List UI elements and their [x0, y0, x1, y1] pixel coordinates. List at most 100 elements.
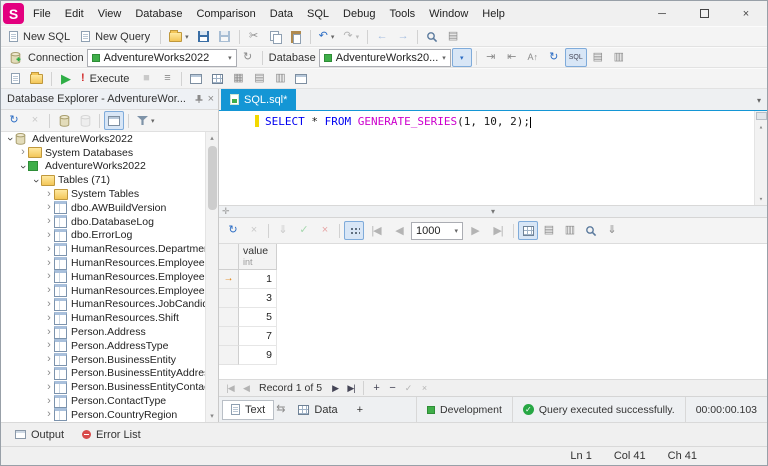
- to-uppercase-button[interactable]: A↑: [523, 48, 543, 67]
- cell-value[interactable]: 1: [239, 270, 277, 289]
- last-page-button[interactable]: ▶|: [487, 221, 509, 240]
- database-dropdown-button[interactable]: ▾: [451, 48, 472, 67]
- results-grid-button[interactable]: [207, 69, 227, 88]
- refresh-code-button[interactable]: ↻: [544, 48, 564, 67]
- query-plan-button[interactable]: ▦: [228, 69, 248, 88]
- editor-results-splitter[interactable]: ✛ ▾: [219, 206, 767, 218]
- find-button[interactable]: [422, 27, 442, 46]
- cancel-edit-button[interactable]: ×: [417, 383, 431, 393]
- tree-item[interactable]: › HumanResources.JobCandidate: [1, 298, 205, 312]
- copy-button[interactable]: [265, 27, 285, 46]
- cancel-refresh-button[interactable]: ×: [244, 221, 264, 240]
- menu-file[interactable]: File: [26, 1, 58, 26]
- tree-chevron-icon[interactable]: ›: [17, 162, 29, 172]
- tree-chevron-icon[interactable]: ›: [30, 176, 42, 186]
- outdent-button[interactable]: ⇤: [502, 48, 522, 67]
- pin-results-button[interactable]: [291, 69, 311, 88]
- tree-chevron-icon[interactable]: ›: [44, 229, 54, 241]
- tree-item[interactable]: › Person.CountryRegion: [1, 408, 205, 422]
- menu-help[interactable]: Help: [475, 1, 512, 26]
- pin-icon[interactable]: [194, 94, 204, 104]
- table-row[interactable]: 3: [219, 289, 277, 308]
- tree-item[interactable]: › HumanResources.Shift: [1, 311, 205, 325]
- tree-chevron-icon[interactable]: ›: [44, 202, 54, 213]
- tree-chevron-icon[interactable]: ›: [44, 298, 54, 310]
- scroll-up-icon[interactable]: ▴: [210, 132, 214, 144]
- menu-debug[interactable]: Debug: [336, 1, 382, 26]
- prev-page-button[interactable]: ◀: [388, 221, 410, 240]
- cell-value[interactable]: 5: [239, 308, 277, 327]
- stop-refresh-button[interactable]: ×: [25, 111, 45, 130]
- execute-button[interactable]: ▶: [56, 69, 76, 88]
- tree-item[interactable]: › HumanResources.EmployeePayHisto: [1, 284, 205, 298]
- tab-output[interactable]: Output: [7, 427, 72, 443]
- results-layout-button[interactable]: [186, 69, 206, 88]
- tree-item[interactable]: › dbo.AWBuildVersion: [1, 201, 205, 215]
- splitter-handle-icon[interactable]: ✛: [222, 206, 230, 217]
- tree-chevron-icon[interactable]: ›: [44, 381, 54, 393]
- first-record-button[interactable]: |◀: [223, 383, 237, 394]
- scroll-down-icon[interactable]: ▾: [759, 193, 763, 205]
- undo-button[interactable]: ↶ ▾: [315, 27, 339, 46]
- row-selector[interactable]: [219, 289, 239, 308]
- cell-value[interactable]: 3: [239, 289, 277, 308]
- delete-record-button[interactable]: −: [385, 382, 399, 394]
- scroll-down-icon[interactable]: ▾: [210, 410, 214, 422]
- tree-chevron-icon[interactable]: ›: [44, 257, 54, 269]
- append-record-button[interactable]: +: [369, 382, 383, 394]
- tab-list-dropdown-icon[interactable]: ▾: [757, 96, 761, 105]
- commit-button[interactable]: ✓: [294, 221, 314, 240]
- object-viewer-button[interactable]: [104, 111, 124, 130]
- tree-item[interactable]: › Person.Address: [1, 325, 205, 339]
- new-connection-button[interactable]: [54, 111, 74, 130]
- tree-item[interactable]: › HumanResources.Employee: [1, 256, 205, 270]
- table-row[interactable]: 9: [219, 346, 277, 365]
- refresh-results-button[interactable]: ↻: [223, 221, 243, 240]
- tree-chevron-icon[interactable]: ›: [44, 367, 54, 379]
- tree-item[interactable]: › dbo.ErrorLog: [1, 229, 205, 243]
- card-view-button[interactable]: ▥: [560, 221, 580, 240]
- tree-item[interactable]: › Person.BusinessEntity: [1, 353, 205, 367]
- tree-item[interactable]: › Person.BusinessEntityContact: [1, 380, 205, 394]
- close-button[interactable]: ×: [725, 1, 767, 26]
- new-connection-button[interactable]: [5, 48, 25, 67]
- menu-window[interactable]: Window: [422, 1, 475, 26]
- database-combobox[interactable]: AdventureWorks20... ▾: [318, 48, 451, 67]
- indent-button[interactable]: ⇥: [481, 48, 501, 67]
- tree-item[interactable]: › System Databases: [1, 146, 205, 160]
- cell-value[interactable]: 9: [239, 346, 277, 365]
- row-selector[interactable]: [219, 308, 239, 327]
- next-page-button[interactable]: ▶: [464, 221, 486, 240]
- paste-button[interactable]: [286, 27, 306, 46]
- disconnect-button[interactable]: [75, 111, 95, 130]
- sql-editor[interactable]: SELECT * FROM GENERATE_SERIES(1, 10, 2);…: [219, 111, 767, 206]
- tree-item[interactable]: › HumanResources.EmployeeDepartm: [1, 270, 205, 284]
- tree-chevron-icon[interactable]: ›: [18, 147, 28, 158]
- tree-item[interactable]: › AdventureWorks2022: [1, 160, 205, 174]
- tree-chevron-icon[interactable]: ›: [44, 354, 54, 365]
- page-size-combobox[interactable]: 1000 ▾: [411, 221, 463, 240]
- collapse-regions-button[interactable]: ▥: [609, 48, 629, 67]
- tab-text[interactable]: Text: [222, 399, 275, 420]
- splitter-box-icon[interactable]: [755, 112, 767, 120]
- maximize-button[interactable]: [683, 1, 725, 26]
- table-row[interactable]: 7: [219, 327, 277, 346]
- outline-button[interactable]: ▤: [588, 48, 608, 67]
- new-sql-button[interactable]: New SQL: [5, 27, 76, 46]
- open-script-button[interactable]: [26, 69, 47, 88]
- editor-scrollbar[interactable]: ▴ ▾: [754, 111, 767, 205]
- split-view-button[interactable]: ▤: [249, 69, 269, 88]
- cell-value[interactable]: 7: [239, 327, 277, 346]
- tree-item[interactable]: › Person.BusinessEntityAddress: [1, 367, 205, 381]
- tree-chevron-icon[interactable]: ›: [44, 285, 54, 296]
- filter-button[interactable]: ▾: [133, 111, 159, 130]
- table-row[interactable]: → 1: [219, 270, 277, 289]
- menu-database[interactable]: Database: [128, 1, 189, 26]
- save-all-button[interactable]: [215, 27, 235, 46]
- aggregate-view-button[interactable]: ▤: [539, 221, 559, 240]
- navigate-forward-button[interactable]: →: [393, 27, 413, 46]
- add-tab-button[interactable]: +: [349, 400, 371, 420]
- tab-data[interactable]: Data: [290, 400, 345, 420]
- row-selector[interactable]: [219, 346, 239, 365]
- tree-chevron-icon[interactable]: ›: [44, 271, 54, 282]
